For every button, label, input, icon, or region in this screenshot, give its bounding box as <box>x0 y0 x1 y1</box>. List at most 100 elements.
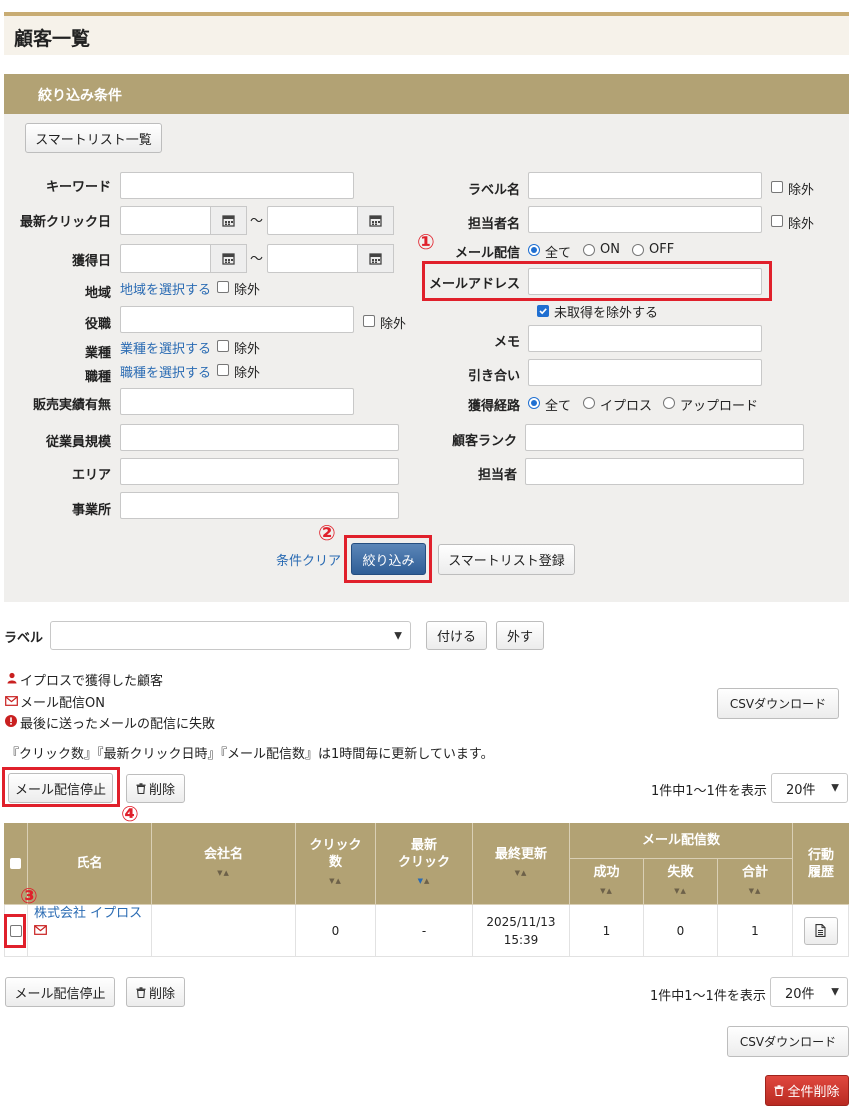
mail-on-radio[interactable] <box>583 244 595 256</box>
route-upload-radio[interactable] <box>663 397 675 409</box>
sort-icon[interactable]: ▼▲ <box>674 883 687 900</box>
sort-icon[interactable]: ▼▲ <box>217 865 230 882</box>
label-select[interactable]: ▼ <box>50 621 411 650</box>
owner-input[interactable] <box>525 458 804 485</box>
industry-exclude-checkbox[interactable] <box>217 340 229 352</box>
remove-label-button[interactable]: 外す <box>496 621 544 650</box>
success-column-header[interactable]: 成功 ▼▲ <box>570 859 644 905</box>
stop-mail-button-bottom[interactable]: メール配信停止 <box>5 977 115 1007</box>
route-iprs-label: イプロス <box>600 399 653 414</box>
memo-input[interactable] <box>528 325 762 352</box>
job-type-exclude-checkbox[interactable] <box>217 364 229 376</box>
fail-cell: 0 <box>644 905 718 957</box>
sort-icon[interactable]: ▼▲ <box>515 865 528 882</box>
industry-select-link[interactable]: 業種を選択する <box>120 338 211 357</box>
route-upload-label: アップロード <box>680 399 759 414</box>
per-page-select[interactable]: 20件 ▼ <box>771 773 848 803</box>
job-type-select-link[interactable]: 職種を選択する <box>120 362 211 381</box>
keyword-label: キーワード <box>45 180 111 195</box>
label-name-exclude-checkbox[interactable] <box>771 181 783 193</box>
csv-download-button-bottom[interactable]: CSVダウンロード <box>727 1026 849 1057</box>
route-all-radio[interactable] <box>528 397 540 409</box>
inquiry-input[interactable] <box>528 359 762 386</box>
owner-name-input[interactable] <box>528 206 762 233</box>
mail-icon <box>5 695 18 710</box>
label-name-input[interactable] <box>528 172 762 199</box>
csv-download-button[interactable]: CSVダウンロード <box>717 688 839 719</box>
memo-label: メモ <box>493 335 520 350</box>
position-input[interactable] <box>120 306 354 333</box>
owner-name-exclude-checkbox[interactable] <box>771 215 783 227</box>
last-update-cell: 2025/11/13 15:39 <box>473 905 570 957</box>
highlight-row-checkbox <box>4 914 26 948</box>
last-click-column-header[interactable]: 最新 クリック ▼▲ <box>376 823 473 905</box>
total-column-header[interactable]: 合計 ▼▲ <box>718 859 793 905</box>
legend-mail-fail: 最後に送ったメールの配信に失敗 <box>20 717 216 732</box>
calendar-icon[interactable] <box>210 206 247 235</box>
attach-label-button[interactable]: 付ける <box>426 621 487 650</box>
mail-count-label: メール配信数 <box>641 833 720 848</box>
select-all-checkbox[interactable] <box>10 858 21 869</box>
clicks-column-header[interactable]: クリック 数 ▼▲ <box>296 823 376 905</box>
chevron-down-icon: ▼ <box>831 986 839 998</box>
smartlist-list-button[interactable]: スマートリスト一覧 <box>25 123 162 153</box>
position-exclude-checkbox[interactable] <box>363 315 375 327</box>
customer-name-link[interactable]: 株式会社 イプロス <box>34 905 142 923</box>
name-column-label: 氏名 <box>76 856 103 871</box>
sort-icon[interactable]: ▼▲ <box>329 873 342 890</box>
last-click-date-from-input[interactable] <box>120 206 212 235</box>
sales-record-input[interactable] <box>120 388 354 415</box>
delete-all-button[interactable]: 全件削除 <box>765 1075 849 1106</box>
customer-name-cell: 株式会社 イプロス <box>28 905 152 957</box>
sort-icon[interactable]: ▼▲ <box>749 883 762 900</box>
clear-conditions-link[interactable]: 条件クリア <box>276 550 341 569</box>
email-address-input[interactable] <box>528 268 762 295</box>
calendar-icon[interactable] <box>357 206 394 235</box>
history-column-label: 行動 履歴 <box>807 847 834 880</box>
mail-count-group-header: メール配信数 <box>570 823 793 859</box>
total-cell: 1 <box>718 905 793 957</box>
success-cell: 1 <box>570 905 644 957</box>
route-iprs-radio[interactable] <box>583 397 595 409</box>
result-count-bottom: 1件中1～1件を表示 <box>650 989 766 1004</box>
keyword-input[interactable] <box>120 172 354 199</box>
stop-mail-button[interactable]: メール配信停止 <box>8 773 113 803</box>
history-button[interactable] <box>803 916 838 945</box>
per-page-select-bottom[interactable]: 20件 ▼ <box>770 977 848 1007</box>
filter-header: 絞り込み条件 <box>4 74 849 114</box>
fail-column-header[interactable]: 失敗 ▼▲ <box>644 859 718 905</box>
mail-all-radio[interactable] <box>528 244 540 256</box>
delete-button-bottom[interactable]: 削除 <box>126 977 185 1007</box>
calendar-icon[interactable] <box>210 244 247 273</box>
region-exclude-checkbox[interactable] <box>217 281 229 293</box>
acquired-date-from-input[interactable] <box>120 244 212 273</box>
per-page-value: 20件 <box>786 782 816 798</box>
mail-on-label: ON <box>600 242 620 257</box>
route-all-label: 全て <box>545 399 572 414</box>
mail-off-radio[interactable] <box>632 244 644 256</box>
exclude-unacquired-checkbox[interactable] <box>537 305 549 317</box>
office-input[interactable] <box>120 492 399 519</box>
area-label: エリア <box>71 468 111 483</box>
owner-label: 担当者 <box>477 468 517 483</box>
area-input[interactable] <box>120 458 399 485</box>
employee-size-input[interactable] <box>120 424 399 451</box>
total-column-label: 合計 <box>741 864 768 880</box>
calendar-icon[interactable] <box>357 244 394 273</box>
last-click-date-to-input[interactable] <box>267 206 359 235</box>
company-column-header[interactable]: 会社名 ▼▲ <box>152 823 296 905</box>
sort-icon[interactable]: ▼▲ <box>418 873 431 890</box>
document-icon <box>815 924 826 937</box>
company-cell <box>152 905 296 957</box>
sort-icon[interactable]: ▼▲ <box>600 883 613 900</box>
delete-button[interactable]: 削除 <box>126 774 185 803</box>
legend-iprs: イプロスで獲得した顧客 <box>20 674 164 689</box>
acquired-date-to-input[interactable] <box>267 244 359 273</box>
last-update-column-header[interactable]: 最終更新 ▼▲ <box>473 823 570 905</box>
result-count: 1件中1～1件を表示 <box>651 784 767 799</box>
name-column-header[interactable]: 氏名 <box>28 823 152 905</box>
customer-rank-input[interactable] <box>525 424 804 451</box>
smartlist-register-button[interactable]: スマートリスト登録 <box>438 544 575 575</box>
region-select-link[interactable]: 地域を選択する <box>120 279 211 298</box>
search-button[interactable]: 絞り込み <box>351 543 426 575</box>
